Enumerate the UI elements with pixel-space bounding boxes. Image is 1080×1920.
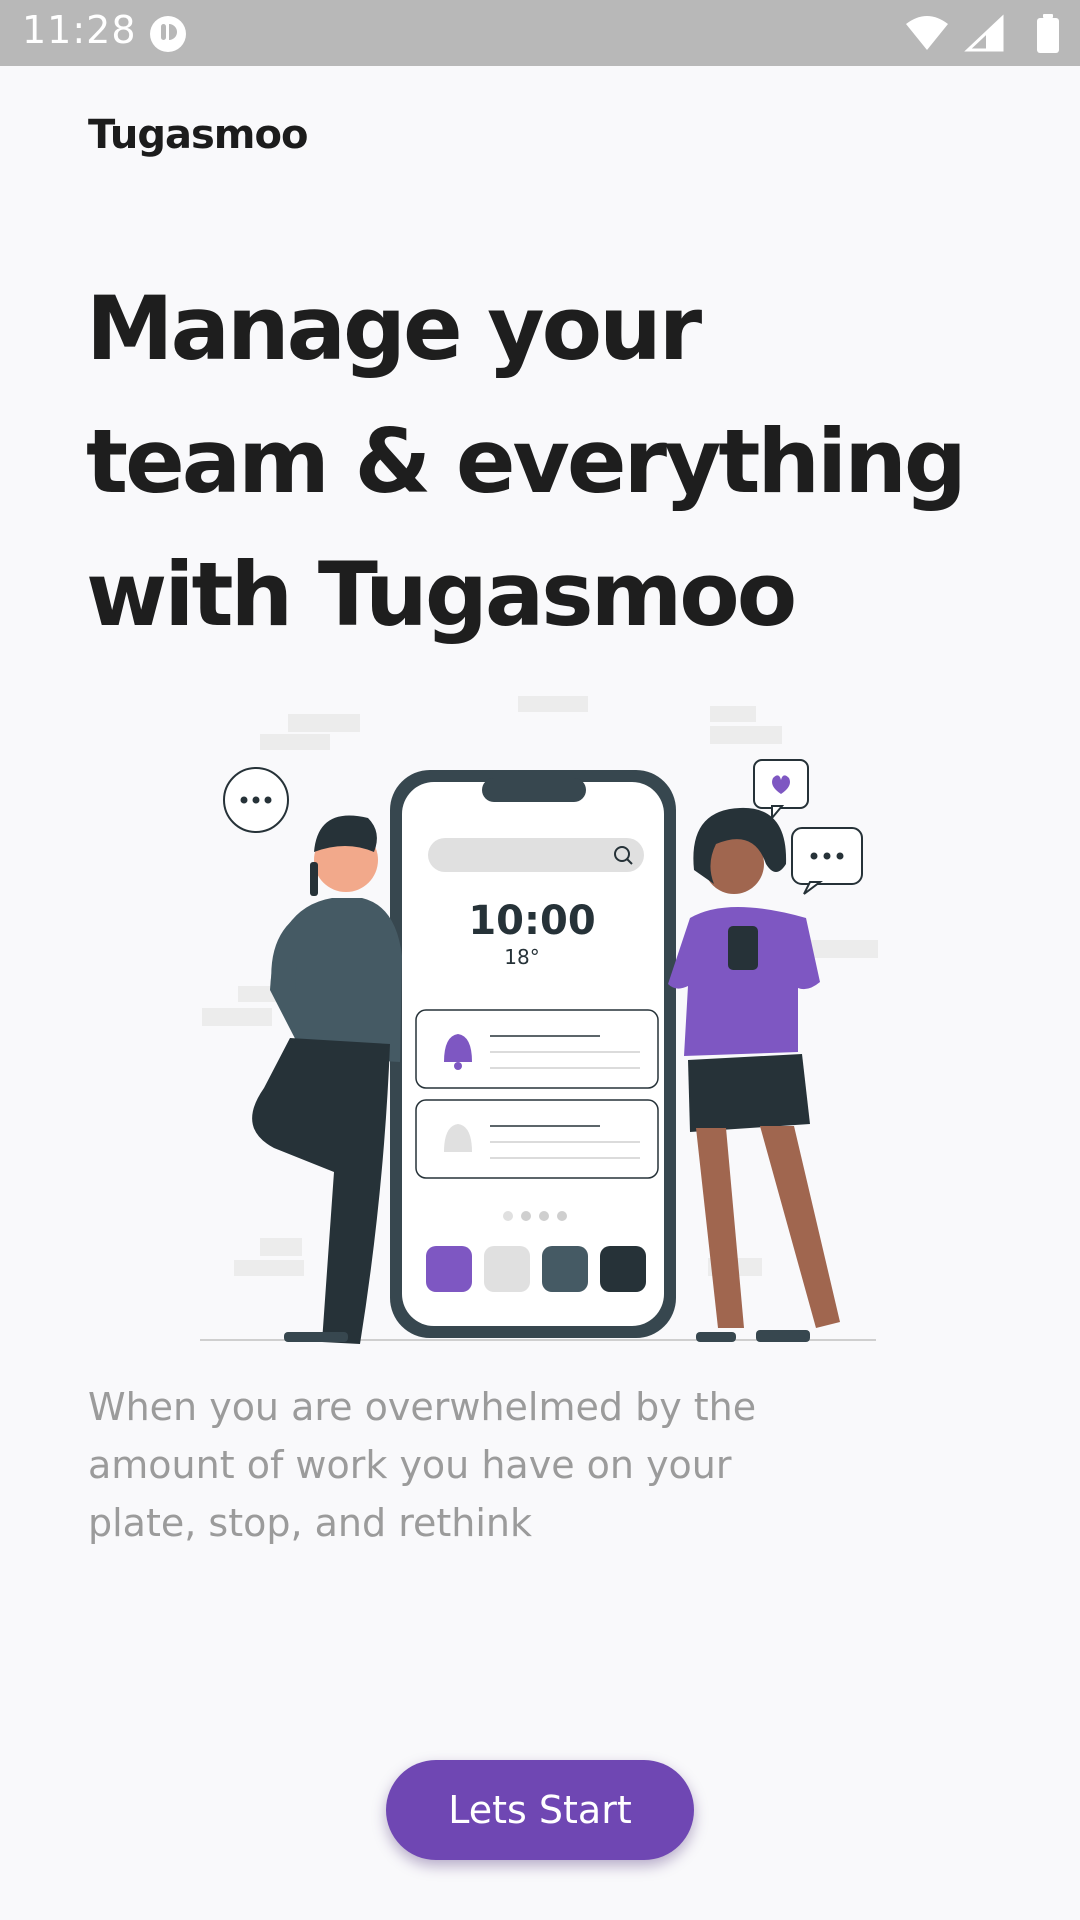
status-time: 11:28 [22,8,137,52]
whatsapp-icon [542,1246,588,1292]
headline-line-1: Manage your [86,277,702,380]
description-text: When you are overwhelmed by the amount o… [88,1385,757,1545]
search-icon [484,1246,530,1292]
instagram-icon [600,1246,646,1292]
lets-start-button[interactable]: Lets Start [386,1760,694,1860]
brand-name: Tugasmoo [88,112,308,158]
speech-bubble-left [223,767,289,833]
headline-line-2: team & everything [86,410,967,513]
app-notification-icon [150,16,186,52]
phone-weather: 18° [504,945,539,969]
headline: Manage your team & everything with Tugas… [86,262,1026,661]
heart-bubble [753,759,809,821]
headline-line-3: with Tugasmoo [86,543,797,646]
onboarding-screen: 11:28 Tugasmoo Manage your team & everyt… [0,0,1080,1920]
wifi-icon [906,16,948,50]
phone-clock: 10:00 [468,898,595,944]
onboarding-illustration: 10:00 18° [200,696,878,1344]
speech-bubble-right [791,827,863,895]
battery-icon [1037,14,1059,53]
status-bar: 11:28 [0,0,1080,66]
phone-illustration: 10:00 18° [390,770,676,1338]
cellular-signal-icon [964,14,1004,52]
phone-icon [426,1246,472,1292]
